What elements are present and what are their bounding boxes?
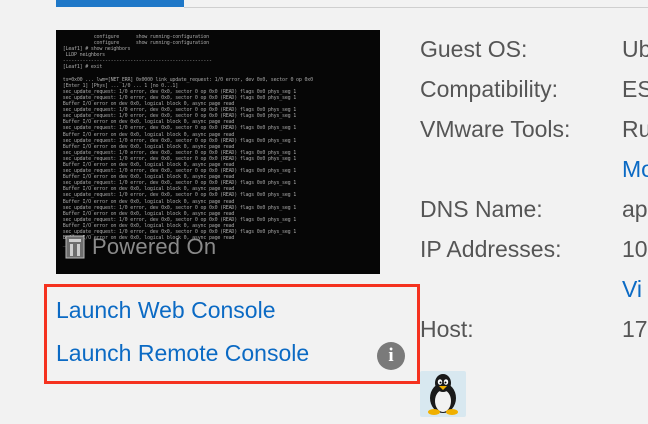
guest-os-label: Guest OS:: [420, 36, 528, 62]
tab-bar-divider: [184, 7, 648, 8]
power-status-text: Powered On: [92, 234, 217, 259]
launch-remote-console-link[interactable]: Launch Remote Console: [56, 340, 309, 367]
info-icon[interactable]: i: [377, 342, 405, 370]
tab-bar: [0, 0, 648, 10]
power-status-badge: Powered On: [64, 234, 216, 260]
linux-tux-icon: [428, 374, 458, 415]
tab-summary-active-indicator[interactable]: [56, 0, 184, 7]
host-label: Host:: [420, 316, 474, 342]
dns-name-value: ap: [622, 196, 648, 222]
ip-addresses-value: 10: [622, 236, 648, 262]
dns-name-label: DNS Name:: [420, 196, 543, 222]
linux-tux-icon-container: [420, 371, 466, 417]
vmware-tools-more-link[interactable]: Mo: [622, 156, 648, 183]
host-value: 17.: [622, 316, 648, 342]
launch-web-console-link[interactable]: Launch Web Console: [56, 297, 276, 324]
vmware-tools-label: VMware Tools:: [420, 116, 571, 142]
ip-addresses-view-link[interactable]: Vi: [622, 276, 642, 303]
ip-addresses-label: IP Addresses:: [420, 236, 562, 262]
guest-os-value: Ub: [622, 36, 648, 62]
compatibility-label: Compatibility:: [420, 76, 559, 102]
power-on-icon: [65, 235, 85, 259]
vmware-tools-value: Ru: [622, 116, 648, 142]
compatibility-value: ES: [622, 76, 648, 102]
